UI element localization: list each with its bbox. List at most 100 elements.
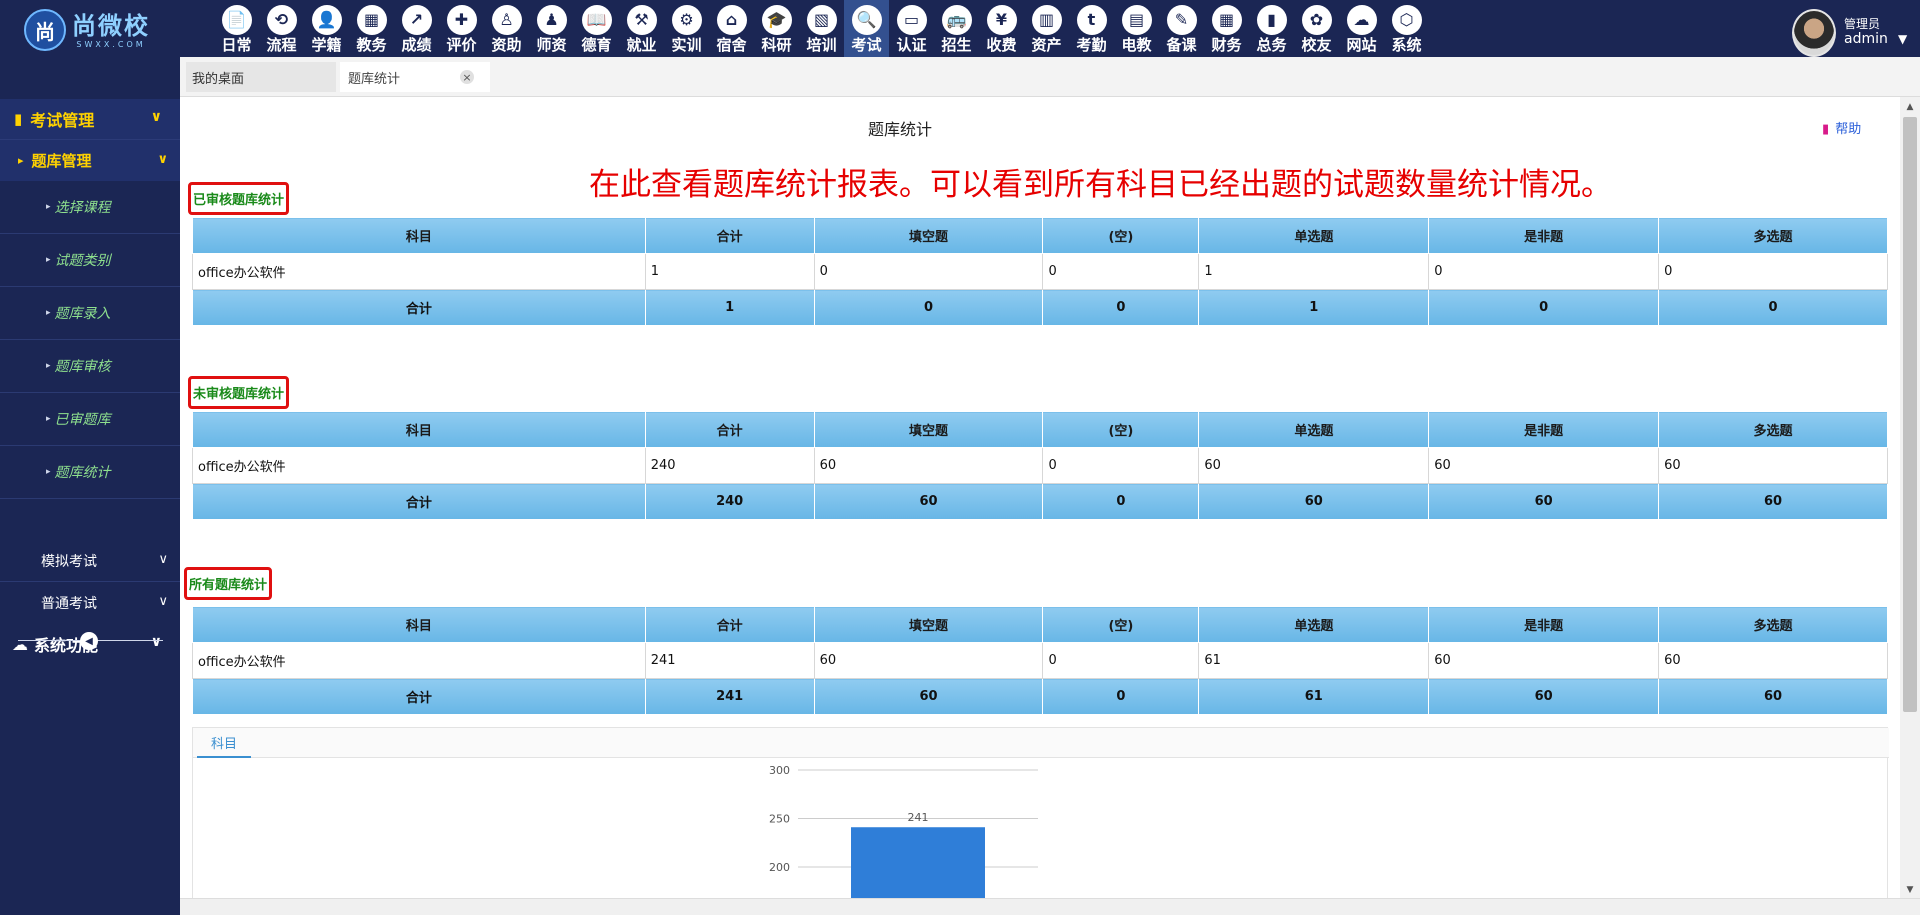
stats-table-approved: 科目 合计 填空题 (空) 单选题 是非题 多选题 office办公软件 1 0 0 1 0 0 合计 1 0 0…: [192, 217, 1888, 326]
module-21[interactable]: ✎ 备课: [1159, 0, 1204, 57]
module-0[interactable]: 📄 日常: [214, 0, 259, 57]
total-cell: 60: [813, 678, 1044, 715]
chart-panel: 科目 200 250 300 241: [192, 727, 1889, 915]
tab-my-desktop[interactable]: 我的桌面: [186, 62, 336, 92]
module-11[interactable]: ⌂ 宿舍: [709, 0, 754, 57]
chart-tab-subject[interactable]: 科目: [197, 728, 252, 758]
module-9[interactable]: ⚒ 就业: [619, 0, 664, 57]
table-cell: 60: [813, 642, 1044, 679]
total-cell: 0: [1658, 289, 1888, 326]
module-18[interactable]: ▥ 资产: [1024, 0, 1069, 57]
table-cell: 60: [1428, 447, 1660, 484]
module-26[interactable]: ⬡ 系统: [1384, 0, 1429, 57]
table-row: office办公软件 1 0 0 1 0 0: [192, 253, 1888, 290]
table-header-row: 科目 合计 填空题 (空) 单选题 是非题 多选题: [192, 606, 1888, 643]
table-cell: 60: [813, 447, 1044, 484]
total-cell: 1: [644, 289, 815, 326]
sidebar-item-4[interactable]: ▸ 已审题库: [0, 393, 180, 446]
user-menu[interactable]: 管理员 admin ▼: [1792, 0, 1920, 57]
module-14[interactable]: 🔍 考试: [844, 0, 889, 57]
column-header: 科目: [192, 411, 646, 448]
caret-right-icon: ▸: [46, 414, 51, 424]
module-12[interactable]: 🎓 科研: [754, 0, 799, 57]
module-6[interactable]: ♙ 资助: [484, 0, 529, 57]
module-icon: 👤: [311, 5, 342, 35]
module-1[interactable]: ⟲ 流程: [259, 0, 304, 57]
close-icon[interactable]: ×: [460, 70, 474, 84]
sidebar: ▮ 考试管理 ∨ ▸ 题库管理 ∨ ▸ 选择课程 ▸ 试题类别 ▸ 题库录入 ▸ 题库审核 ▸ 已…: [0, 57, 180, 915]
scroll-thumb[interactable]: [1903, 117, 1917, 712]
module-4[interactable]: ↗ 成绩: [394, 0, 439, 57]
caret-right-icon: ▸: [46, 308, 51, 318]
module-10[interactable]: ⚙ 实训: [664, 0, 709, 57]
scrollbar[interactable]: ▲ ▼: [1900, 97, 1920, 898]
module-label: 评价: [446, 36, 477, 54]
sidebar-item-1[interactable]: ▸ 试题类别: [0, 234, 180, 287]
column-header: (空): [1042, 606, 1200, 643]
module-22[interactable]: ▦ 财务: [1204, 0, 1249, 57]
module-8[interactable]: 📖 德育: [574, 0, 619, 57]
table-total-row: 合计 241 60 0 61 60 60: [192, 678, 1888, 715]
sidebar-item-5[interactable]: ▸ 题库统计: [0, 446, 180, 499]
sidebar-group-regular-exam[interactable]: 普通考试 ∨: [0, 582, 180, 624]
sidebar-submenu-label: 题库管理: [31, 152, 92, 170]
table-cell: 1: [644, 253, 815, 290]
sidebar-item-label: 题库审核: [54, 359, 111, 375]
avatar[interactable]: [1792, 9, 1836, 57]
module-16[interactable]: 🚌 招生: [934, 0, 979, 57]
column-header: 填空题: [813, 217, 1044, 254]
help-link[interactable]: ▮ 帮助: [1822, 118, 1861, 137]
total-cell: 60: [1198, 483, 1430, 520]
module-icon: ▦: [356, 5, 387, 35]
sidebar-header-exam-management[interactable]: ▮ 考试管理 ∨: [0, 99, 180, 139]
collapse-left-icon[interactable]: ◀: [80, 632, 98, 650]
column-header: 单选题: [1198, 411, 1430, 448]
module-label: 成绩: [401, 36, 432, 54]
module-3[interactable]: ▦ 教务: [349, 0, 394, 57]
module-13[interactable]: ▧ 培训: [799, 0, 844, 57]
module-nav: 📄 日常 ⟲ 流程 👤 学籍 ▦ 教务 ↗ 成绩 ✚ 评价 ♙ 资助 ♟ 师资 📖 德育 ⚒ 就业 ⚙ 实训 ⌂ 宿舍 🎓 科研 ▧…: [214, 0, 1429, 57]
caret-right-icon: ▸: [18, 154, 24, 167]
module-24[interactable]: ✿ 校友: [1294, 0, 1339, 57]
table-cell: 61: [1198, 642, 1430, 679]
caret-down-icon[interactable]: ▼: [1898, 32, 1907, 46]
total-cell: 合计: [192, 483, 646, 520]
stats-table-all: 科目 合计 填空题 (空) 单选题 是非题 多选题 office办公软件 241 60 0 61 60 6…: [192, 606, 1888, 715]
user-name[interactable]: admin: [1844, 31, 1888, 47]
module-17[interactable]: ¥ 收费: [979, 0, 1024, 57]
chevron-down-icon: ∨: [157, 152, 168, 167]
logo[interactable]: 尚 尚微校 SWXX.COM: [24, 6, 170, 54]
module-20[interactable]: ▤ 电教: [1114, 0, 1159, 57]
module-19[interactable]: t 考勤: [1069, 0, 1114, 57]
module-icon: ♙: [491, 5, 522, 35]
module-icon: ▧: [806, 5, 837, 35]
sidebar-collapse-toggle[interactable]: ◀: [18, 631, 163, 651]
module-icon: ✿: [1301, 5, 1332, 35]
column-header: 合计: [644, 411, 815, 448]
column-header: 单选题: [1198, 606, 1430, 643]
sidebar-item-0[interactable]: ▸ 选择课程: [0, 181, 180, 234]
table-cell: 60: [1658, 447, 1888, 484]
module-25[interactable]: ☁ 网站: [1339, 0, 1384, 57]
total-cell: 0: [1042, 678, 1200, 715]
column-header: 多选题: [1658, 411, 1888, 448]
sidebar-item-2[interactable]: ▸ 题库录入: [0, 287, 180, 340]
module-2[interactable]: 👤 学籍: [304, 0, 349, 57]
scroll-up-icon[interactable]: ▲: [1900, 99, 1920, 115]
sidebar-group-mock-exam[interactable]: 模拟考试 ∨: [0, 540, 180, 582]
module-5[interactable]: ✚ 评价: [439, 0, 484, 57]
column-header: 合计: [644, 217, 815, 254]
scroll-down-icon[interactable]: ▼: [1900, 882, 1920, 898]
total-cell: 60: [1658, 483, 1888, 520]
table-cell: 1: [1198, 253, 1430, 290]
sidebar-submenu-question-bank[interactable]: ▸ 题库管理 ∨: [0, 139, 180, 181]
module-15[interactable]: ▭ 认证: [889, 0, 934, 57]
module-label: 资助: [491, 36, 522, 54]
module-23[interactable]: ▮ 总务: [1249, 0, 1294, 57]
module-label: 网站: [1346, 36, 1377, 54]
module-7[interactable]: ♟ 师资: [529, 0, 574, 57]
module-icon: ¥: [986, 5, 1017, 35]
module-icon: ▮: [1256, 5, 1287, 35]
tab-question-bank-stats[interactable]: 题库统计 ×: [340, 62, 490, 92]
sidebar-item-3[interactable]: ▸ 题库审核: [0, 340, 180, 393]
